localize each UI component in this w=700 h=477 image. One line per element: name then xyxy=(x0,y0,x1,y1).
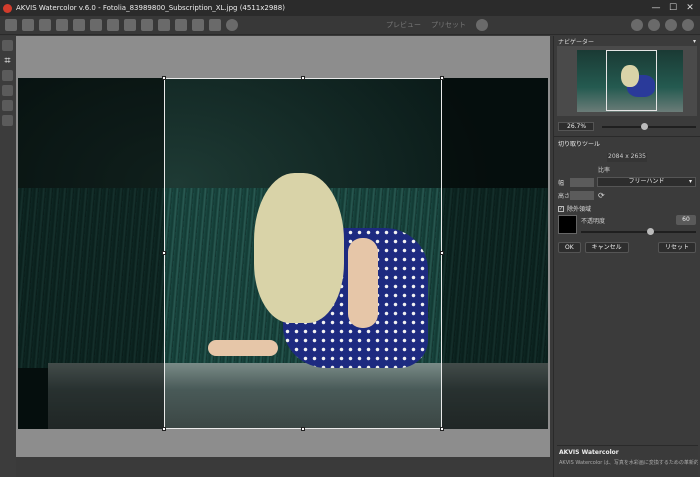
main-toolbar: プレビュー プリセット xyxy=(0,16,700,35)
preview-tab[interactable]: プレビュー xyxy=(386,20,421,30)
help-text: AKVIS Watercolor は、写真を水彩画に変換するための革新的なツール… xyxy=(559,460,698,466)
opacity-label: 不透明度 xyxy=(581,217,606,225)
navigator-title: ナビゲーター xyxy=(558,38,595,46)
crop-handle-t[interactable] xyxy=(301,76,305,80)
preferences-icon[interactable] xyxy=(682,19,694,31)
outer-area-right xyxy=(442,78,548,429)
ratio-value: フリーハンド xyxy=(628,178,665,185)
ok-button[interactable]: OK xyxy=(558,242,581,253)
opacity-slider-knob[interactable] xyxy=(647,228,654,235)
crop-handle-b[interactable] xyxy=(301,427,305,431)
crop-handle-r[interactable] xyxy=(440,251,444,255)
swap-icon[interactable]: ⟳ xyxy=(598,191,605,200)
close-button[interactable]: ✕ xyxy=(683,2,697,14)
batch-icon[interactable] xyxy=(90,19,102,31)
info-icon[interactable] xyxy=(631,19,643,31)
crop-handle-bl[interactable] xyxy=(162,427,166,431)
title-bar: AKVIS Watercolor v.6.0 - Fotolia_8398980… xyxy=(0,0,700,16)
text-icon[interactable] xyxy=(124,19,136,31)
crop-buttons: OK キャンセル リセット xyxy=(558,242,696,253)
undo-icon[interactable] xyxy=(192,19,204,31)
crop-handle-br[interactable] xyxy=(440,427,444,431)
before-after-icon[interactable] xyxy=(476,19,488,31)
help-title: AKVIS Watercolor xyxy=(559,449,619,456)
chevron-down-icon: ▾ xyxy=(688,178,692,185)
navigator-preview[interactable] xyxy=(557,46,697,116)
maximize-button[interactable]: ☐ xyxy=(666,2,680,14)
outer-area-left xyxy=(18,78,164,429)
redo-icon[interactable] xyxy=(209,19,221,31)
save-icon[interactable] xyxy=(39,19,51,31)
zoom-slider-knob[interactable] xyxy=(641,122,649,130)
eraser-tool-icon[interactable] xyxy=(2,85,13,96)
height-row: 高さ ⟳ xyxy=(558,190,696,200)
ratio-dropdown[interactable]: フリーハンド ▾ xyxy=(597,177,696,187)
print-icon[interactable] xyxy=(56,19,68,31)
preset-tab[interactable]: プリセット xyxy=(431,20,466,30)
width-field[interactable] xyxy=(570,177,594,187)
open-icon[interactable] xyxy=(22,19,34,31)
crop-tool-icon[interactable]: ⌗ xyxy=(2,55,13,66)
crop-handle-l[interactable] xyxy=(162,251,166,255)
outer-area-row: ✓ 除外領域 xyxy=(558,204,696,213)
tool-a-icon[interactable] xyxy=(2,40,13,51)
apply-icon[interactable] xyxy=(175,19,187,31)
reset-button[interactable]: リセット xyxy=(657,242,696,253)
help-panel: AKVIS Watercolor AKVIS Watercolor は、写真を水… xyxy=(557,445,698,477)
width-label: 幅 xyxy=(558,179,565,187)
crop-dimensions: 2084 x 2635 xyxy=(607,153,647,162)
opacity-value[interactable]: 60 xyxy=(676,215,696,225)
app-window: AKVIS Watercolor v.6.0 - Fotolia_8398980… xyxy=(0,0,700,477)
crop-handle-tl[interactable] xyxy=(162,76,166,80)
width-row: 幅 フリーハンド ▾ xyxy=(558,177,696,187)
share-icon[interactable] xyxy=(73,19,85,31)
ratio-label: 比率 xyxy=(598,167,611,174)
outer-area-checkbox[interactable]: ✓ xyxy=(558,205,564,212)
zoom-field[interactable]: 26.7% xyxy=(558,122,594,131)
zoom-tool-icon[interactable] xyxy=(2,115,13,126)
brush-tool-icon[interactable] xyxy=(2,70,13,81)
window-title: AKVIS Watercolor v.6.0 - Fotolia_8398980… xyxy=(16,4,285,12)
opacity-slider[interactable] xyxy=(581,228,696,235)
navigator-header: ナビゲーター ▾ xyxy=(554,36,700,46)
help-icon[interactable] xyxy=(648,19,660,31)
height-field[interactable] xyxy=(570,190,594,200)
panel-menu-icon[interactable]: ▾ xyxy=(693,38,696,45)
cancel-button[interactable]: キャンセル xyxy=(584,242,629,253)
settings-icon[interactable] xyxy=(665,19,677,31)
preset-icon[interactable] xyxy=(158,19,170,31)
hand-tool-icon[interactable] xyxy=(2,100,13,111)
outer-area-label: 除外領域 xyxy=(567,206,592,213)
crop-frame[interactable] xyxy=(162,76,444,431)
run-icon[interactable] xyxy=(226,19,238,31)
zoom-row: 26.7% xyxy=(558,122,696,131)
settings-panel: ナビゲーター ▾ 26.7% 切り取りツール 2084 x 2635 比率 幅 … xyxy=(553,36,700,477)
crop-handle-tr[interactable] xyxy=(440,76,444,80)
navigator-thumbnail xyxy=(577,50,683,112)
home-icon[interactable] xyxy=(5,19,17,31)
left-toolbar: ⌗ xyxy=(0,36,16,477)
opacity-row: 不透明度 60 xyxy=(558,215,696,235)
outer-area-color-swatch[interactable] xyxy=(558,215,577,234)
crop-tool-title: 切り取りツール xyxy=(554,136,700,150)
minimize-button[interactable]: — xyxy=(649,2,663,14)
canvas-icon[interactable] xyxy=(107,19,119,31)
app-logo-icon xyxy=(3,3,12,13)
height-label: 高さ xyxy=(558,192,571,200)
navigator-view-frame[interactable] xyxy=(606,50,657,111)
frame-icon[interactable] xyxy=(141,19,153,31)
zoom-slider[interactable] xyxy=(602,122,696,130)
